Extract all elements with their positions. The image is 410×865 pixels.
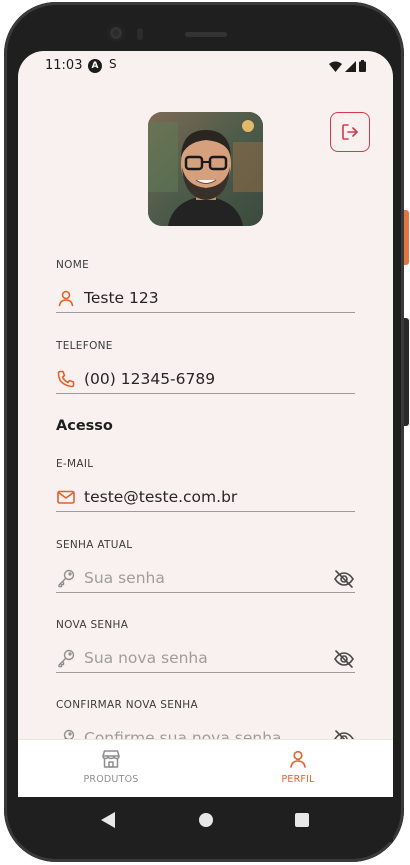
status-bar: 11:03 A S (18, 51, 393, 81)
nav-label-perfil: PERFIL (281, 774, 315, 785)
logout-icon (342, 124, 358, 140)
eye-off-icon[interactable] (333, 649, 355, 669)
user-icon (290, 750, 306, 768)
phone-label: TELEFONE (56, 340, 113, 352)
store-icon (102, 750, 120, 768)
email-value: teste@teste.com.br (84, 488, 238, 506)
avatar[interactable] (148, 112, 263, 226)
back-icon[interactable] (100, 811, 116, 829)
front-camera (107, 24, 125, 42)
eye-off-icon[interactable] (333, 569, 355, 589)
wifi-icon (329, 61, 342, 72)
email-field[interactable]: teste@teste.com.br (56, 480, 355, 512)
mail-icon (57, 490, 75, 504)
nav-item-produtos[interactable]: PRODUTOS (61, 748, 161, 785)
bottom-nav: PRODUTOS PERFIL (18, 739, 393, 797)
new-password-field[interactable]: Sua nova senha (56, 641, 355, 673)
power-button (404, 210, 409, 265)
logout-button[interactable] (330, 112, 370, 152)
phone-field[interactable]: (00) 12345-6789 (56, 362, 355, 394)
battery-icon (359, 60, 366, 72)
current-password-field[interactable]: Sua senha (56, 561, 355, 593)
app-screen: 11:03 A S NOME Teste 123 TELEFONE (00) 1… (18, 51, 393, 797)
key-icon (58, 649, 75, 668)
name-value: Teste 123 (84, 289, 159, 307)
app-notification-icon: A (88, 59, 102, 73)
nav-item-perfil[interactable]: PERFIL (248, 748, 348, 785)
volume-button (404, 318, 409, 426)
phone-icon (57, 370, 75, 388)
home-icon[interactable] (198, 812, 214, 828)
name-field[interactable]: Teste 123 (56, 281, 355, 313)
system-navigation-bar (18, 797, 393, 842)
email-label: E-MAIL (56, 458, 94, 470)
sensor (137, 28, 143, 40)
storage-notification-icon: S (109, 57, 117, 71)
nav-label-produtos: PRODUTOS (83, 774, 139, 785)
user-icon (58, 290, 74, 307)
signal-icon (345, 60, 356, 72)
current-password-label: SENHA ATUAL (56, 539, 133, 551)
confirm-password-label: CONFIRMAR NOVA SENHA (56, 699, 198, 711)
access-section-title: Acesso (56, 418, 113, 434)
name-label: NOME (56, 259, 90, 271)
recents-icon[interactable] (295, 813, 309, 827)
current-password-placeholder: Sua senha (84, 569, 165, 587)
earpiece-speaker (185, 32, 227, 37)
key-icon (58, 569, 75, 588)
status-time: 11:03 (45, 58, 83, 73)
phone-value: (00) 12345-6789 (84, 370, 216, 388)
new-password-label: NOVA SENHA (56, 619, 129, 631)
new-password-placeholder: Sua nova senha (84, 649, 208, 667)
system-status-icons (329, 60, 366, 72)
avatar-photo (148, 112, 263, 226)
